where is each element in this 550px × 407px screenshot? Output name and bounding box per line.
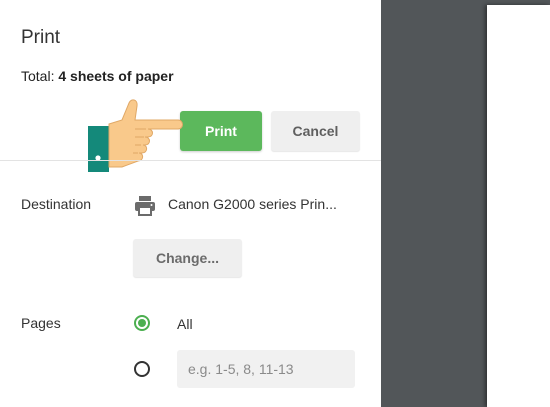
total-prefix: Total: bbox=[21, 68, 59, 84]
destination-label: Destination bbox=[21, 196, 92, 212]
pages-custom-input[interactable] bbox=[177, 350, 355, 388]
print-settings-panel: Print Total: 4 sheets of paper Print Can… bbox=[0, 0, 381, 407]
preview-page bbox=[487, 5, 550, 407]
total-value: 4 sheets of paper bbox=[58, 68, 174, 84]
change-destination-button[interactable]: Change... bbox=[133, 239, 242, 277]
pages-all-radio[interactable] bbox=[134, 315, 150, 331]
divider bbox=[0, 160, 381, 161]
pages-custom-radio[interactable] bbox=[134, 361, 150, 377]
pointing-hand-icon bbox=[88, 99, 183, 172]
pages-label: Pages bbox=[21, 315, 61, 331]
printer-icon bbox=[135, 196, 155, 216]
destination-printer-name[interactable]: Canon G2000 series Prin... bbox=[168, 196, 337, 212]
dialog-title: Print bbox=[21, 27, 61, 48]
cancel-button[interactable]: Cancel bbox=[271, 111, 360, 151]
total-sheets: Total: 4 sheets of paper bbox=[21, 68, 174, 84]
print-button[interactable]: Print bbox=[180, 111, 262, 151]
print-preview-area bbox=[381, 0, 550, 407]
pages-all-label[interactable]: All bbox=[177, 316, 193, 332]
